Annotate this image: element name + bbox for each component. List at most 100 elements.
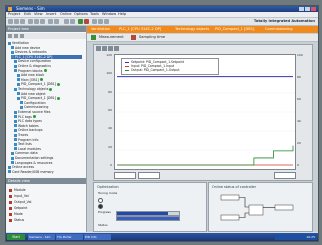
tree-item[interactable]: Program blocks	[14, 69, 82, 73]
tree-item[interactable]: Devices & networks	[11, 50, 82, 54]
details-row[interactable]: Output_Val	[9, 200, 31, 204]
tree-item[interactable]: Configuration	[20, 101, 82, 105]
details-row[interactable]: Setpoint	[9, 206, 27, 210]
breadcrumb-item-pid[interactable]: PID_Compact_1 [DB1]	[215, 26, 254, 33]
x-axis-end-field[interactable]	[274, 172, 296, 179]
breadcrumb: Ventilation PLC_1 [CPU 314C-2 DP] Techno…	[87, 26, 318, 33]
breadcrumb-item-technology[interactable]: Technology objects	[175, 26, 209, 33]
details-row[interactable]: Mode	[9, 212, 23, 216]
project-tree-toolbar	[6, 33, 86, 39]
filter-icon[interactable]	[20, 34, 24, 38]
tree-item[interactable]: Online & diagnostics	[14, 64, 82, 68]
taskbar-item-tia[interactable]: TIA Portal	[56, 234, 83, 240]
details-row[interactable]: Module	[9, 188, 26, 192]
open-project-icon[interactable]	[14, 19, 19, 24]
tree-item[interactable]: Traces	[14, 133, 82, 137]
redo-icon[interactable]	[54, 19, 59, 24]
expand-all-icon[interactable]	[14, 34, 18, 38]
breadcrumb-item-commissioning[interactable]: Commissioning	[265, 26, 293, 33]
menu-project[interactable]: Project	[8, 12, 20, 17]
menu-edit[interactable]: Edit	[24, 12, 31, 17]
tree-item[interactable]: Add new block	[17, 73, 82, 77]
tag-icon	[9, 188, 12, 192]
tree-item[interactable]: Online access	[8, 165, 82, 169]
finetuning-radio[interactable]	[98, 204, 103, 209]
tree-node-icon	[17, 73, 20, 77]
tree-item[interactable]: Add new device	[11, 46, 82, 50]
tree-item[interactable]: Languages & resources	[11, 161, 82, 165]
details-row[interactable]: Status	[9, 218, 24, 222]
cut-icon[interactable]	[28, 19, 33, 24]
tree-item[interactable]: Main [OB1]	[17, 78, 82, 82]
zoom-in-icon[interactable]	[96, 46, 101, 51]
tree-item[interactable]: PID_Compact_1 [DB1]	[17, 82, 82, 86]
fit-icon[interactable]	[114, 46, 119, 51]
tree-item[interactable]: PLC_1 [CPU 314C-2 DP]	[11, 54, 82, 59]
download-icon[interactable]	[70, 19, 75, 24]
tree-item-label: PLC data types	[18, 119, 42, 124]
tree-item[interactable]: Documentation settings	[11, 156, 82, 160]
x-axis-start-field[interactable]	[114, 172, 136, 179]
tree-node-icon	[14, 142, 17, 146]
breadcrumb-item-plc[interactable]: PLC_1 [CPU 314C-2 DP]	[119, 26, 161, 33]
details-row[interactable]: Input_Val	[9, 194, 29, 198]
tree-item[interactable]: Ventilation	[8, 41, 82, 45]
undo-icon[interactable]	[48, 19, 53, 24]
tree-item[interactable]: Commissioning	[20, 105, 82, 109]
start-button[interactable]: Start	[7, 234, 25, 240]
accessible-devices-icon[interactable]	[92, 19, 97, 24]
tree-item[interactable]: Online backups	[14, 128, 82, 132]
collapse-all-icon[interactable]	[8, 34, 12, 38]
status-ok-icon	[43, 69, 47, 73]
go-online-icon[interactable]	[78, 19, 83, 24]
tree-item[interactable]: Device configuration	[14, 59, 82, 63]
new-project-icon[interactable]	[8, 19, 13, 24]
go-offline-icon[interactable]	[84, 19, 89, 24]
menu-tools[interactable]: Tools	[90, 12, 99, 17]
application-screen: Siemens - Sim Project Edit View Insert O…	[5, 5, 319, 242]
tree-item-label: Devices & networks	[15, 50, 47, 55]
tree-node-icon	[14, 119, 17, 123]
pretuning-radio[interactable]	[98, 198, 103, 203]
trend-plot-area[interactable]: Setpoint: PID_Compact_1.Setpoint Input: …	[114, 54, 296, 170]
menu-help[interactable]: Help	[118, 12, 126, 17]
tree-item[interactable]: External source files	[14, 110, 82, 114]
project-tree-pane: Project tree Ventilation Add new device De…	[6, 26, 87, 232]
tree-item[interactable]: Text lists	[14, 142, 82, 146]
tree-item[interactable]: Local modules	[14, 147, 82, 151]
minimize-button[interactable]	[299, 7, 304, 11]
stop-measurement-icon[interactable]	[131, 35, 136, 40]
copy-icon[interactable]	[34, 19, 39, 24]
tree-item[interactable]: PID_Compact_1 [DB1]	[17, 96, 82, 100]
save-icon[interactable]	[20, 19, 25, 24]
tree-item[interactable]: Add new object	[17, 92, 82, 96]
start-cpu-icon[interactable]	[98, 19, 103, 24]
tree-item[interactable]: Card Reader/USB memory	[8, 170, 82, 174]
tree-item[interactable]: Watch tables	[14, 124, 82, 128]
menu-window[interactable]: Window	[102, 12, 116, 17]
tree-item[interactable]: Common data	[11, 151, 82, 155]
taskbar-item-pid[interactable]: PID Info	[84, 234, 111, 240]
zoom-out-icon[interactable]	[102, 46, 107, 51]
stop-cpu-icon[interactable]	[104, 19, 109, 24]
tree-item[interactable]: PLC tags	[14, 115, 82, 119]
tree-item[interactable]: PLC data types	[14, 119, 82, 123]
pan-icon[interactable]	[108, 46, 113, 51]
menu-insert[interactable]: Insert	[46, 12, 56, 17]
maximize-button[interactable]	[305, 7, 310, 11]
tree-item-label: Online backups	[18, 128, 43, 133]
compile-icon[interactable]	[64, 19, 69, 24]
taskbar-item-sim[interactable]: Siemens - Sim	[28, 234, 55, 240]
menu-options[interactable]: Options	[74, 12, 88, 17]
tree-item[interactable]: Program info	[14, 138, 82, 142]
paste-icon[interactable]	[40, 19, 45, 24]
x-axis-range-field[interactable]	[138, 172, 160, 179]
menu-view[interactable]: View	[34, 12, 43, 17]
tree-item[interactable]: Technology objects	[14, 87, 82, 91]
menu-online[interactable]: Online	[60, 12, 72, 17]
start-measurement-icon[interactable]	[91, 35, 96, 40]
details-row-label: Status	[14, 218, 25, 222]
tuning-progress-label: Progress	[98, 210, 111, 214]
close-button[interactable]	[311, 7, 316, 11]
breadcrumb-item-project[interactable]: Ventilation	[91, 26, 110, 33]
